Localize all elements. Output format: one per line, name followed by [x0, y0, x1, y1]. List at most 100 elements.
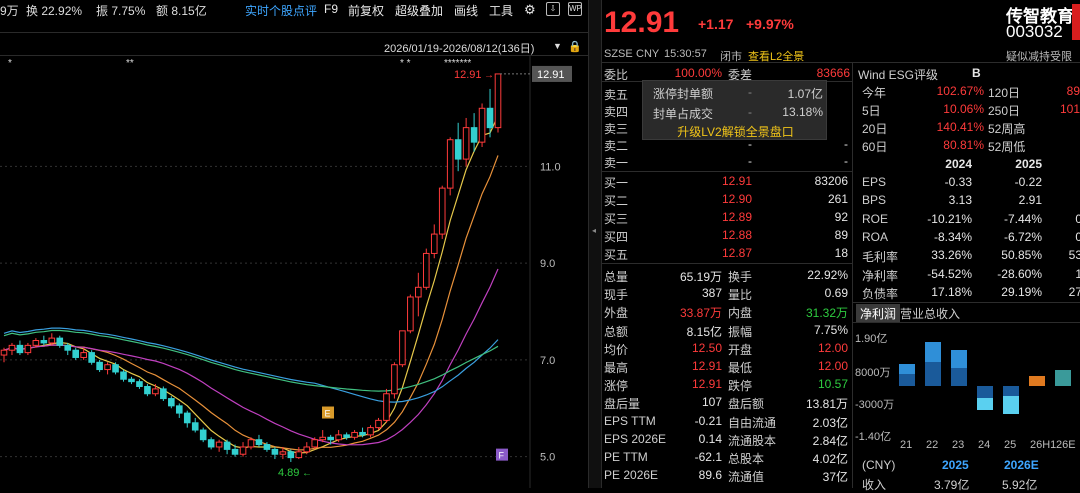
candle-body: [144, 385, 151, 395]
event-star-marker[interactable]: *: [8, 58, 12, 69]
sell-level-price: -: [748, 154, 752, 168]
stock-code: 003032: [1006, 22, 1063, 41]
candle-body: [136, 381, 143, 387]
stat-label: 总量: [604, 270, 629, 284]
collapse-icon[interactable]: ◂: [592, 226, 596, 235]
mini-y-label: -1.40亿: [855, 430, 891, 443]
candle-body: [160, 388, 167, 400]
candle-body: [128, 378, 135, 383]
candle-body: [383, 393, 390, 421]
tab-net-profit[interactable]: 净利润: [856, 304, 901, 323]
buy-level-label: 买五: [604, 248, 629, 262]
candle-body: [271, 448, 279, 455]
fin-value: -0.33: [944, 175, 972, 189]
svg-text:←: ←: [302, 468, 312, 479]
lock-icon[interactable]: 🔒: [568, 40, 582, 53]
adjust-button[interactable]: 前复权: [348, 2, 384, 19]
fin-value: -6.72%: [1003, 229, 1042, 244]
settings-icon[interactable]: ⚙: [524, 2, 536, 18]
y-tick-label: 11.0: [540, 161, 561, 173]
book-divider: [602, 171, 852, 172]
period-return: 89: [1066, 84, 1080, 98]
stat-label: 盘后量: [604, 397, 641, 412]
popup-row-label: 封单占成交: [653, 107, 714, 121]
stat-label: 最低: [728, 361, 753, 375]
fin-year-header: 20: [1058, 157, 1080, 171]
ma-line-ma60: [3, 327, 499, 403]
candle-body: [0, 349, 8, 356]
panel-splitter[interactable]: ◂: [588, 0, 602, 488]
candle-body: [279, 451, 287, 455]
period-label: 5日: [862, 104, 881, 118]
mini-bottom-v1: 3.79亿: [934, 478, 970, 492]
price-change-pct: +9.97%: [746, 16, 794, 32]
fin-value: 27: [1068, 284, 1080, 299]
upgrade-lv2-button[interactable]: 升级LV2解锁全景盘口: [643, 123, 828, 140]
period-label: 今年: [862, 86, 887, 100]
stat-label: 外盘: [604, 306, 629, 321]
popup-row-value: 13.18%: [782, 105, 823, 119]
earnings-marker[interactable]: E: [322, 406, 334, 419]
stat-label: 量比: [728, 288, 753, 303]
overlay-button[interactable]: 超级叠加: [395, 2, 443, 19]
event-star-marker[interactable]: *******: [444, 58, 471, 69]
range-dropdown-icon[interactable]: ▼: [553, 41, 562, 51]
buy-level-price: 12.88: [721, 228, 752, 242]
candle-body: [319, 436, 327, 441]
mini-x-label: 22: [926, 439, 938, 451]
fin-value: -28.60%: [997, 266, 1042, 281]
candle-body: [415, 286, 422, 298]
download-icon[interactable]: ⇩: [546, 2, 560, 16]
f9-button[interactable]: F9: [324, 2, 338, 16]
stat-value: 31.32万: [805, 306, 848, 321]
stat-value: -62.1: [694, 450, 722, 464]
sell-level-label: 卖二: [604, 139, 629, 153]
amount-text: 额 8.15亿: [156, 4, 207, 18]
candle-body: [80, 352, 87, 358]
svg-text:E: E: [325, 409, 331, 419]
buy-level-label: 买三: [604, 212, 629, 226]
kline-panel[interactable]: 9万 换 22.92% 振 7.75% 额 8.15亿 实时个股点评 F9 前复…: [0, 0, 588, 488]
candle-body: [438, 187, 446, 235]
fin-value: 1: [1075, 266, 1080, 281]
stat-value: 4.02亿: [812, 452, 848, 466]
stock-comment-button[interactable]: 实时个股点评: [245, 2, 317, 19]
period-label: 20日: [862, 122, 888, 136]
mini-bar: [951, 368, 967, 386]
toolbar-divider: [0, 32, 588, 33]
candle-body: [422, 252, 430, 288]
mini-x-label: 25: [1004, 439, 1016, 451]
period-return: 102.67%: [936, 84, 984, 98]
candle-body: [470, 127, 478, 143]
period-return: 10.06%: [943, 102, 984, 116]
book-bottom-divider: [602, 263, 852, 264]
buy-level-price: 12.89: [721, 210, 752, 224]
candle-body: [478, 107, 486, 143]
buy-level-price: 12.91: [721, 174, 752, 188]
f-marker[interactable]: F: [496, 448, 508, 461]
draw-line-button[interactable]: 画线: [454, 2, 478, 19]
weibi-value: 100.00%: [674, 66, 722, 80]
fin-value: 3.13: [948, 193, 972, 208]
ma-line-ma10: [3, 155, 499, 451]
mini-bottom-v2: 5.92亿: [1002, 478, 1038, 492]
candlestick-chart[interactable]: 11.09.07.05.012.9112.91 →4.89 ←* ** * * *****…: [0, 56, 588, 488]
candle-body: [56, 337, 64, 346]
tab-revenue[interactable]: 营业总收入: [900, 305, 960, 322]
event-star-marker[interactable]: * *: [400, 58, 411, 69]
candle-body: [191, 422, 199, 431]
fin-value: 33.26%: [931, 248, 972, 263]
tools-button[interactable]: 工具: [489, 2, 513, 19]
candle-body: [8, 344, 16, 351]
mini-footer-year2: 2026E: [1004, 458, 1039, 472]
event-star-marker[interactable]: **: [126, 58, 134, 69]
volume-partial: 9万: [0, 4, 19, 18]
mini-bar: [1055, 370, 1071, 386]
stat-label: 自由流通: [728, 415, 777, 430]
stat-value: 12.00: [817, 359, 848, 373]
wp-icon[interactable]: WP: [568, 2, 582, 16]
chart-toolbar: 9万 换 22.92% 振 7.75% 额 8.15亿 实时个股点评 F9 前复…: [0, 0, 588, 18]
y-tick-label: 5.0: [540, 452, 555, 464]
quote-panel: 12.91 +1.17 +9.97% 传智教育 003032 SZSE CNY …: [602, 0, 1080, 492]
fin-value: 2.91: [1018, 193, 1042, 208]
